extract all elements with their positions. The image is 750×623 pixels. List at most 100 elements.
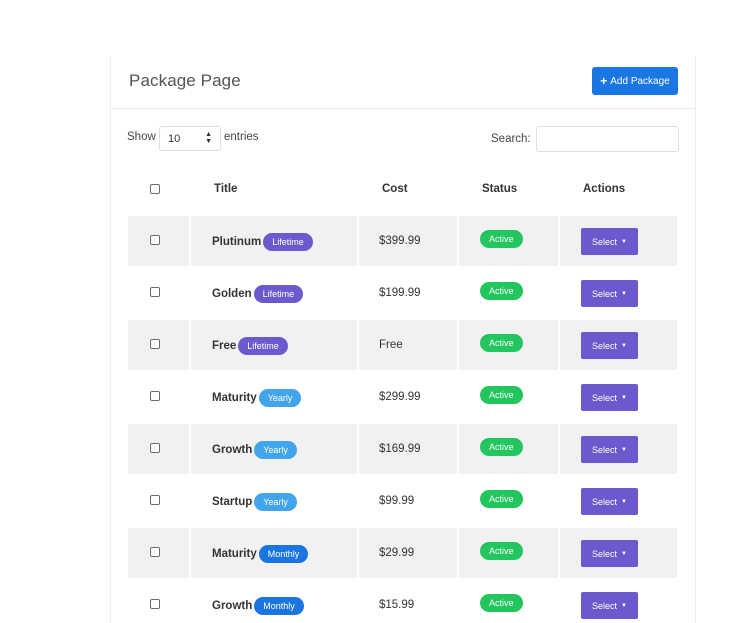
select-label: Select [592, 600, 618, 611]
checkbox-cell [128, 476, 189, 526]
cost-cell: $199.99 [359, 268, 457, 318]
caret-down-icon: ▼ [621, 498, 627, 505]
row-checkbox[interactable] [150, 391, 160, 401]
column-header-status[interactable]: Status [482, 183, 517, 195]
add-package-label: Add Package [610, 75, 670, 87]
select-label: Select [592, 444, 618, 455]
actions-cell: Select ▼ [560, 476, 677, 526]
cost-cell: $99.99 [359, 476, 457, 526]
select-dropdown-button[interactable]: Select ▼ [581, 384, 638, 411]
status-badge: Active [480, 594, 523, 612]
checkbox-cell [128, 268, 189, 318]
caret-down-icon: ▼ [621, 342, 627, 349]
select-label: Select [592, 548, 618, 559]
title-wrap: Golden Lifetime [212, 285, 304, 303]
row-checkbox[interactable] [150, 287, 160, 297]
select-label: Select [592, 288, 618, 299]
package-title: Growth [212, 600, 253, 612]
package-title: Growth [212, 444, 253, 456]
row-checkbox[interactable] [150, 339, 160, 349]
checkbox-cell [128, 424, 189, 474]
caret-down-icon: ▼ [621, 238, 627, 245]
plan-badge: Yearly [258, 389, 302, 407]
status-cell: Active [459, 580, 558, 623]
plan-badge: Monthly [258, 545, 309, 563]
select-label: Select [592, 340, 618, 351]
package-title: Maturity [212, 392, 257, 404]
status-cell: Active [459, 476, 558, 526]
row-checkbox[interactable] [150, 599, 160, 609]
title-cell: Maturity Yearly [191, 372, 357, 422]
cost-cell: $15.99 [359, 580, 457, 623]
checkbox-cell [128, 216, 189, 266]
plan-badge: Yearly [254, 441, 297, 459]
actions-cell: Select ▼ [560, 424, 677, 474]
actions-cell: Select ▼ [560, 268, 677, 318]
select-dropdown-button[interactable]: Select ▼ [581, 540, 638, 567]
table-row: Startup Yearly $99.99 Active Select ▼ [128, 476, 678, 528]
plan-badge: Lifetime [263, 233, 313, 251]
table-row: Golden Lifetime $199.99 Active Select ▼ [128, 268, 678, 320]
select-dropdown-button[interactable]: Select ▼ [581, 228, 638, 255]
caret-down-icon: ▼ [621, 290, 627, 297]
status-badge: Active [480, 230, 523, 248]
row-checkbox[interactable] [150, 443, 160, 453]
package-cost: $299.99 [379, 391, 421, 403]
actions-cell: Select ▼ [560, 320, 677, 370]
column-header-title[interactable]: Title [214, 183, 237, 195]
title-wrap: Plutinum Lifetime [212, 233, 313, 251]
table-row: Growth Monthly $15.99 Active Select ▼ [128, 580, 678, 623]
entries-value: 10 [168, 132, 181, 145]
package-cost: $99.99 [379, 495, 415, 507]
status-badge: Active [480, 282, 523, 300]
status-cell: Active [459, 268, 558, 318]
search-input[interactable] [536, 126, 679, 152]
plan-badge: Lifetime [238, 337, 288, 355]
status-cell: Active [459, 372, 558, 422]
select-dropdown-button[interactable]: Select ▼ [581, 488, 638, 515]
row-checkbox[interactable] [150, 547, 160, 557]
sort-caret-icon: ▲ ▼ [205, 131, 212, 145]
package-title: Golden [212, 288, 252, 300]
select-label: Select [592, 496, 618, 507]
column-header-actions[interactable]: Actions [583, 183, 625, 195]
status-cell: Active [459, 216, 558, 266]
page-title: Package Page [129, 71, 241, 90]
cost-cell: $169.99 [359, 424, 457, 474]
cost-cell: $399.99 [359, 216, 457, 266]
status-cell: Active [459, 320, 558, 370]
title-cell: Maturity Monthly [191, 528, 357, 578]
table-row: Free Lifetime Free Active Select ▼ [128, 320, 678, 372]
plan-badge: Lifetime [253, 285, 304, 303]
package-cost: $399.99 [379, 235, 421, 247]
select-dropdown-button[interactable]: Select ▼ [581, 332, 638, 359]
select-label: Select [592, 236, 618, 247]
status-badge: Active [480, 490, 523, 508]
column-header-cost[interactable]: Cost [382, 183, 408, 195]
title-wrap: Free Lifetime [212, 337, 288, 355]
select-dropdown-button[interactable]: Select ▼ [581, 280, 638, 307]
row-checkbox[interactable] [150, 495, 160, 505]
cost-cell: $299.99 [359, 372, 457, 422]
row-checkbox[interactable] [150, 235, 160, 245]
entries-select[interactable]: 10 ▲ ▼ [159, 126, 221, 151]
add-package-button[interactable]: + Add Package [592, 67, 678, 95]
status-badge: Active [480, 386, 523, 404]
package-cost: $199.99 [379, 287, 421, 299]
table-row: Growth Yearly $169.99 Active Select ▼ [128, 424, 678, 476]
package-cost: $169.99 [379, 443, 421, 455]
package-title: Startup [212, 496, 253, 508]
actions-cell: Select ▼ [560, 528, 677, 578]
caret-down-icon: ▼ [621, 602, 627, 609]
table-row: Maturity Monthly $29.99 Active Select ▼ [128, 528, 678, 580]
actions-cell: Select ▼ [560, 372, 677, 422]
select-dropdown-button[interactable]: Select ▼ [581, 592, 638, 619]
title-cell: Free Lifetime [191, 320, 357, 370]
show-label: Show [127, 131, 156, 143]
select-all-checkbox[interactable] [150, 184, 160, 194]
package-title: Free [212, 340, 237, 352]
select-dropdown-button[interactable]: Select ▼ [581, 436, 638, 463]
package-title: Plutinum [212, 236, 262, 248]
card-header: Package Page + Add Package [111, 56, 695, 109]
caret-down-icon: ▼ [621, 446, 627, 453]
